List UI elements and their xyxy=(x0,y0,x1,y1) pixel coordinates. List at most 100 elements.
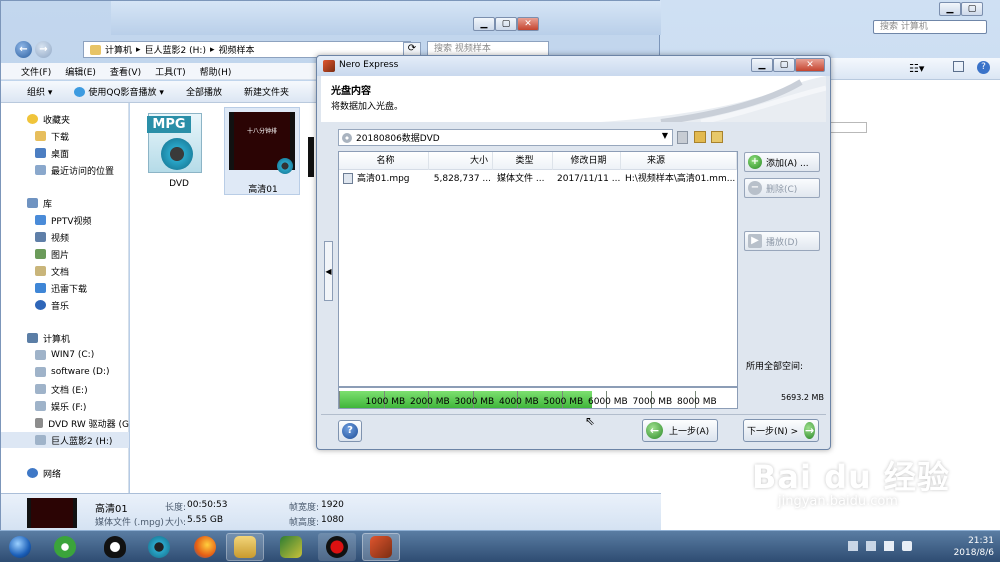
back-icon[interactable]: ← xyxy=(15,41,32,58)
plus-icon: + xyxy=(748,155,762,169)
star-icon xyxy=(27,114,38,124)
row-size: 5,828,737 ... xyxy=(433,174,491,184)
close-button[interactable]: ✕ xyxy=(517,17,539,31)
folder-up-icon[interactable] xyxy=(711,131,723,143)
frame-height-label: 帧高度: xyxy=(289,518,320,528)
disc-icon xyxy=(342,132,352,143)
volume-icon[interactable] xyxy=(902,541,912,551)
taskbar-qq[interactable] xyxy=(96,533,134,561)
drive-icon xyxy=(35,401,46,411)
taskbar-nero[interactable] xyxy=(362,533,400,561)
nav-music[interactable]: 音乐 xyxy=(1,297,129,313)
search-input[interactable]: 搜索 计算机 xyxy=(873,20,987,34)
forward-icon[interactable]: → xyxy=(35,41,52,58)
nav-computer[interactable]: 计算机 xyxy=(1,330,129,346)
menu-file[interactable]: 文件(F) xyxy=(21,65,51,78)
organize-button[interactable]: 组织 ▾ xyxy=(27,85,52,98)
nav-drive-f[interactable]: 娱乐 (F:) xyxy=(1,398,129,414)
menu-tools[interactable]: 工具(T) xyxy=(155,65,186,78)
nav-libraries[interactable]: 库 xyxy=(1,195,129,211)
help-button[interactable]: ? xyxy=(338,420,362,442)
nav-recent[interactable]: 最近访问的位置 xyxy=(1,162,129,178)
new-folder-icon[interactable] xyxy=(694,131,706,143)
taskbar-firefox[interactable] xyxy=(186,533,224,561)
capacity-label: 6000 MB xyxy=(588,397,628,407)
taskbar-app[interactable] xyxy=(272,533,310,561)
computer-icon xyxy=(27,333,38,343)
file-name: 高清01 xyxy=(248,185,278,195)
taskbar-explorer[interactable] xyxy=(226,533,264,561)
taskbar-360-browser[interactable] xyxy=(46,533,84,561)
column-name[interactable]: 名称 xyxy=(339,152,429,170)
app-icon xyxy=(280,536,302,558)
play-all-button[interactable]: 全部播放 xyxy=(186,85,222,98)
collapse-panel-handle[interactable]: ◀ xyxy=(324,241,333,301)
network-tray-icon[interactable] xyxy=(884,541,894,551)
minimize-button[interactable]: ▁ xyxy=(473,17,495,31)
column-type[interactable]: 类型 xyxy=(493,152,553,170)
back-button[interactable]: ← 上一步(A) xyxy=(642,419,718,442)
breadcrumb-drive[interactable]: 巨人蓝影2 (H:) xyxy=(145,43,206,56)
nav-downloads[interactable]: 下载 xyxy=(1,128,129,144)
qq-player-button[interactable]: 使用QQ影音播放 ▾ xyxy=(74,85,164,98)
firefox-icon xyxy=(194,536,216,558)
footer-divider xyxy=(321,414,826,415)
minimize-button[interactable]: ▁ xyxy=(751,58,773,72)
add-file-icon[interactable] xyxy=(677,131,688,144)
next-button[interactable]: 下一步(N) > → xyxy=(743,419,819,442)
maximize-button[interactable]: ▢ xyxy=(495,17,517,31)
menu-edit[interactable]: 编辑(E) xyxy=(65,65,96,78)
arrow-right-icon: → xyxy=(804,422,815,439)
file-name: DVD xyxy=(169,179,189,189)
nav-drive-d[interactable]: software (D:) xyxy=(1,364,129,380)
thunder-icon xyxy=(35,283,46,293)
nav-drive-h[interactable]: 巨人蓝影2 (H:) xyxy=(1,432,129,448)
row-type: 媒体文件 ... xyxy=(497,174,545,184)
nav-network[interactable]: 网络 xyxy=(1,465,129,481)
pane-icon[interactable] xyxy=(953,61,964,72)
minus-icon: − xyxy=(748,181,762,195)
tray-icon-2[interactable] xyxy=(866,541,876,551)
tray-icon-1[interactable] xyxy=(848,541,858,551)
play-button[interactable]: ▶ 播放(D) xyxy=(744,231,820,251)
add-button[interactable]: + 添加(A) ... xyxy=(744,152,820,172)
nav-drive-c[interactable]: WIN7 (C:) xyxy=(1,347,129,363)
menu-view[interactable]: 查看(V) xyxy=(110,65,141,78)
close-button[interactable]: ✕ xyxy=(795,58,825,72)
column-size[interactable]: 大小 xyxy=(429,152,493,170)
file-item-dvd[interactable]: MPG DVD xyxy=(144,109,214,195)
table-row[interactable]: 高清01.mpg 5,828,737 ... 媒体文件 ... 2017/11/… xyxy=(339,171,737,187)
row-name: 高清01.mpg xyxy=(357,174,410,184)
menu-help[interactable]: 帮助(H) xyxy=(200,65,232,78)
qq-player-icon xyxy=(74,86,86,97)
nav-thunder[interactable]: 迅雷下载 xyxy=(1,280,129,296)
taskbar-media-player[interactable] xyxy=(140,533,178,561)
nav-pictures[interactable]: 图片 xyxy=(1,246,129,262)
nav-drive-e[interactable]: 文档 (E:) xyxy=(1,381,129,397)
nav-documents[interactable]: 文档 xyxy=(1,263,129,279)
taskbar-recorder[interactable] xyxy=(318,533,356,561)
file-item-gaoqing01[interactable]: 十八分钟排 高清01 xyxy=(224,107,300,195)
breadcrumb-computer[interactable]: 计算机 xyxy=(105,43,132,56)
nav-desktop[interactable]: 桌面 xyxy=(1,145,129,161)
minimize-button[interactable]: ▁ xyxy=(939,2,961,16)
new-folder-button[interactable]: 新建文件夹 xyxy=(244,85,289,98)
clock[interactable]: 21:31 2018/8/6 xyxy=(924,535,994,559)
folder-icon xyxy=(90,44,101,55)
column-source[interactable]: 来源 xyxy=(621,152,737,170)
nav-drive-g[interactable]: DVD RW 驱动器 (G xyxy=(1,415,129,431)
maximize-button[interactable]: ▢ xyxy=(773,58,795,72)
nav-favorites[interactable]: 收藏夹 xyxy=(1,111,129,127)
disc-name-dropdown[interactable]: 20180806数据DVD ▼ xyxy=(338,129,673,146)
documents-icon xyxy=(35,266,46,276)
nav-pptv[interactable]: PPTV视频 xyxy=(1,212,129,228)
media-player-icon xyxy=(148,536,170,558)
column-date[interactable]: 修改日期 xyxy=(553,152,621,170)
view-icon[interactable]: ☷▾ xyxy=(909,62,924,75)
start-button[interactable] xyxy=(2,533,38,561)
breadcrumb-folder[interactable]: 视频样本 xyxy=(219,43,255,56)
delete-button[interactable]: − 删除(C) xyxy=(744,178,820,198)
maximize-button[interactable]: ▢ xyxy=(961,2,983,16)
nav-videos[interactable]: 视频 xyxy=(1,229,129,245)
help-icon[interactable]: ? xyxy=(977,61,990,74)
